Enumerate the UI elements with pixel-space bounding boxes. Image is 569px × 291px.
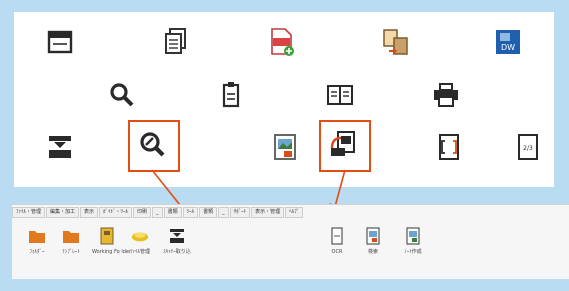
dw-app-icon[interactable]: DW (491, 25, 525, 59)
file-transfer-icon[interactable] (379, 25, 413, 59)
svg-text:2/3: 2/3 (523, 145, 533, 152)
scanner-icon (168, 227, 186, 245)
binder-icon (98, 227, 116, 245)
ribbon-tab[interactable]: ｻﾎﾟｰﾄ (229, 206, 251, 218)
ribbon-button-label: ﾌｫﾙﾀﾞｰ (29, 249, 45, 255)
search-icon[interactable] (105, 78, 139, 112)
ribbon-tab[interactable]: _ (152, 206, 163, 218)
ribbon-button-label: OCR (331, 249, 343, 255)
ribbon-button-file-manage[interactable]: ﾌｧｲﾙ管理 (125, 227, 155, 255)
folder-icon (62, 227, 80, 245)
scan-disc-icon (131, 227, 149, 245)
page-icon[interactable]: 2/3 (511, 130, 545, 164)
image-document-icon (404, 227, 422, 245)
ribbon-tab[interactable]: 書類 (163, 206, 182, 218)
ribbon-button-label: ﾉｰﾄ作成 (404, 249, 422, 255)
ribbon-button-working-folder[interactable]: Working Fo lder (92, 227, 132, 255)
ribbon-button-search[interactable]: 検索 (358, 227, 388, 255)
ribbon-toolbar: ﾌｧｲﾙ・管理 編集・加工 表示 ｶﾞｲﾄﾞ・ﾂｰﾙ 印刷 _ 書類 ﾂｰﾙ 書… (12, 204, 569, 279)
ribbon-button-folder[interactable]: ﾌｫﾙﾀﾞｰ (22, 227, 52, 255)
ribbon-tabs: ﾌｧｲﾙ・管理 編集・加工 表示 ｶﾞｲﾄﾞ・ﾂｰﾙ 印刷 _ 書類 ﾂｰﾙ 書… (12, 205, 569, 219)
ribbon-button-scanner[interactable]: ｽｷｬﾅｰ取り込 (162, 227, 192, 255)
icon-panel: DW 2/3 (14, 12, 554, 187)
ribbon-button-label: ｽｷｬﾅｰ取り込 (163, 249, 191, 255)
svg-text:DW: DW (501, 43, 515, 52)
ribbon-button-note[interactable]: ﾉｰﾄ作成 (398, 227, 428, 255)
clipboard-icon[interactable] (214, 78, 248, 112)
window-icon[interactable] (43, 25, 77, 59)
ribbon-tab[interactable]: 表示 (80, 206, 99, 218)
ribbon-tab[interactable]: ｶﾞｲﾄﾞ・ﾂｰﾙ (99, 206, 133, 218)
ribbon-tab[interactable]: 編集・加工 (46, 206, 80, 218)
document-bracket-icon[interactable] (432, 130, 466, 164)
ribbon-tab[interactable]: 印刷 (133, 206, 152, 218)
document-rotate-icon[interactable] (326, 127, 360, 161)
ribbon-button-label: ﾃﾝﾌﾟﾚｰﾄ (62, 249, 80, 255)
ribbon-button-label: ﾌｧｲﾙ管理 (129, 249, 150, 255)
ribbon-tab[interactable]: 書類 (199, 206, 218, 218)
ribbon-tab[interactable]: ﾍﾙﾌﾟ (285, 206, 304, 218)
ribbon-button-label: Working Fo lder (92, 249, 132, 255)
ribbon-button-template[interactable]: ﾃﾝﾌﾟﾚｰﾄ (56, 227, 86, 255)
document-stack-icon[interactable] (158, 25, 192, 59)
book-icon[interactable] (323, 78, 357, 112)
printer-icon[interactable] (429, 78, 463, 112)
ribbon-tab[interactable]: ﾂｰﾙ (182, 206, 199, 218)
ribbon-tab[interactable]: ﾌｧｲﾙ・管理 (12, 206, 46, 218)
scanner-icon[interactable] (43, 130, 77, 164)
folder-icon (28, 227, 46, 245)
document-bracket-icon (328, 227, 346, 245)
pdf-add-icon[interactable] (265, 25, 299, 59)
ribbon-button-label: 検索 (367, 249, 378, 255)
ribbon-tab[interactable]: _ (218, 206, 229, 218)
image-document-icon (364, 227, 382, 245)
ribbon-tab[interactable]: 表示・管理 (251, 206, 285, 218)
image-document-icon[interactable] (268, 130, 302, 164)
ribbon-button-ocr[interactable]: OCR (322, 227, 352, 255)
zoom-icon[interactable] (135, 127, 169, 161)
